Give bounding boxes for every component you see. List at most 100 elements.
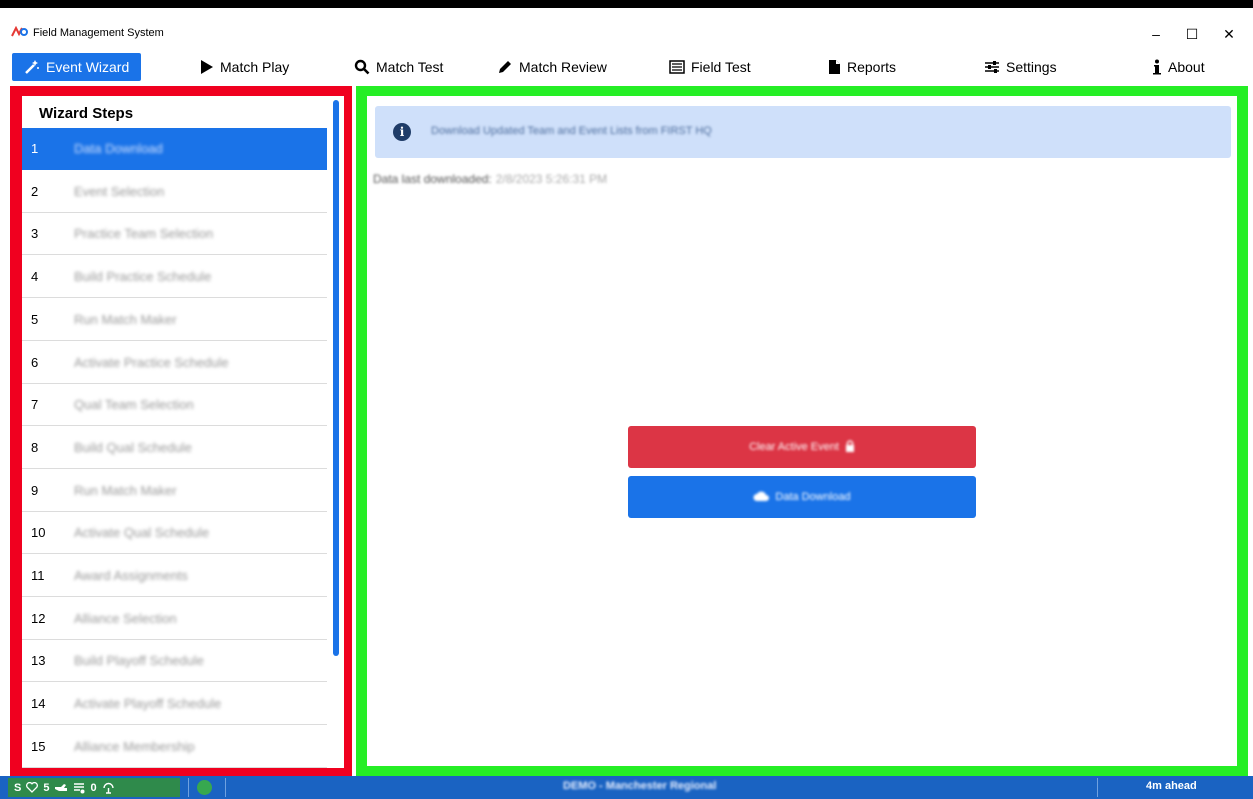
nav-label: Match Review bbox=[519, 59, 607, 75]
wizard-steps-panel: Wizard Steps 1 Data Download 2 Event Select… bbox=[22, 96, 344, 768]
wizard-step-number: 2 bbox=[31, 183, 39, 199]
magic-wand-icon bbox=[25, 60, 39, 74]
field-status-cluster[interactable]: S 5 0 bbox=[8, 778, 180, 797]
wizard-step-10[interactable]: 10 Activate Qual Schedule bbox=[22, 512, 327, 555]
last-downloaded: Data last downloaded: 2/8/2023 5:26:31 PM bbox=[373, 172, 607, 186]
nav-label: About bbox=[1168, 59, 1205, 75]
title-bar: Field Management System – ☐ ✕ bbox=[0, 16, 1253, 50]
data-download-button[interactable]: Data Download bbox=[628, 476, 976, 518]
wizard-step-label: Alliance Membership bbox=[74, 738, 195, 754]
wizard-step-number: 14 bbox=[31, 696, 46, 712]
main-content: i Download Updated Team and Event Lists … bbox=[367, 96, 1237, 766]
wizard-step-number: 8 bbox=[31, 439, 39, 455]
wizard-step-number: 9 bbox=[31, 482, 39, 498]
clear-button-label: Clear Active Event bbox=[749, 441, 839, 453]
nav-reports[interactable]: Reports bbox=[828, 53, 896, 81]
info-icon bbox=[1153, 59, 1161, 75]
app-title: Field Management System bbox=[33, 27, 164, 39]
wizard-step-label: Qual Team Selection bbox=[74, 397, 194, 413]
clear-active-event-button[interactable]: Clear Active Event bbox=[628, 426, 976, 468]
info-text: Download Updated Team and Event Lists fr… bbox=[431, 125, 712, 137]
wizard-step-13[interactable]: 13 Build Playoff Schedule bbox=[22, 640, 327, 683]
maximize-button[interactable]: ☐ bbox=[1178, 23, 1206, 45]
last-downloaded-value: 2/8/2023 5:26:31 PM bbox=[495, 172, 608, 186]
wizard-step-14[interactable]: 14 Activate Playoff Schedule bbox=[22, 683, 327, 726]
wizard-step-number: 12 bbox=[31, 610, 46, 626]
wizard-step-6[interactable]: 6 Activate Practice Schedule bbox=[22, 342, 327, 384]
status-divider bbox=[1097, 778, 1098, 797]
nav-label: Match Play bbox=[220, 59, 290, 75]
wizard-step-label: Event Selection bbox=[74, 183, 165, 199]
wizard-step-number: 1 bbox=[31, 141, 39, 156]
list-box-icon bbox=[669, 60, 685, 74]
status-bar: S 5 0 DEMO - Manchester Regional 4m ahea… bbox=[0, 776, 1253, 799]
nav-match-test[interactable]: Match Test bbox=[354, 53, 443, 81]
nav-label: Reports bbox=[847, 59, 897, 75]
check-circle-icon bbox=[197, 780, 212, 795]
nav-settings[interactable]: Settings bbox=[984, 53, 1057, 81]
wizard-step-number: 11 bbox=[31, 568, 45, 583]
nav-match-review[interactable]: Match Review bbox=[497, 53, 607, 81]
wizard-step-number: 3 bbox=[31, 226, 39, 242]
wizard-step-label: Build Qual Schedule bbox=[74, 439, 192, 455]
status-fields-count: 0 bbox=[90, 781, 97, 794]
status-s: S bbox=[14, 781, 22, 794]
network-icon bbox=[102, 782, 114, 794]
close-button[interactable]: ✕ bbox=[1215, 23, 1243, 45]
wizard-step-7[interactable]: 7 Qual Team Selection bbox=[22, 384, 327, 427]
cloud-download-icon bbox=[753, 490, 770, 505]
nav-label: Field Test bbox=[691, 59, 751, 75]
wizard-step-number: 7 bbox=[31, 397, 39, 413]
wizard-step-2[interactable]: 2 Event Selection bbox=[22, 171, 327, 213]
wizard-step-label: Build Playoff Schedule bbox=[74, 653, 204, 669]
wizard-step-8[interactable]: 8 Build Qual Schedule bbox=[22, 427, 327, 469]
search-icon bbox=[354, 59, 370, 75]
wizard-step-4[interactable]: 4 Build Practice Schedule bbox=[22, 256, 327, 299]
wizard-step-label: Run Match Maker bbox=[74, 311, 177, 327]
info-alert: i Download Updated Team and Event Lists … bbox=[375, 106, 1231, 158]
nav-field-test[interactable]: Field Test bbox=[669, 53, 751, 81]
wizard-step-15[interactable]: 15 Alliance Membership bbox=[22, 726, 327, 768]
wizard-step-label: Award Assignments bbox=[74, 568, 188, 583]
wizard-step-number: 6 bbox=[31, 354, 39, 370]
hand-icon bbox=[55, 784, 68, 791]
wizard-step-label: Activate Qual Schedule bbox=[74, 525, 210, 541]
heart-icon bbox=[26, 782, 39, 793]
nav-event-wizard[interactable]: Event Wizard bbox=[12, 53, 142, 81]
sliders-icon bbox=[985, 61, 999, 73]
minimize-button[interactable]: – bbox=[1142, 23, 1170, 45]
wizard-step-3[interactable]: 3 Practice Team Selection bbox=[22, 213, 327, 256]
lock-icon bbox=[845, 439, 855, 455]
wizard-step-12[interactable]: 12 Alliance Selection bbox=[22, 598, 327, 640]
active-event-name: DEMO - Manchester Regional bbox=[563, 780, 717, 792]
play-icon bbox=[201, 60, 213, 74]
pencil-icon bbox=[499, 61, 511, 73]
wizard-step-number: 4 bbox=[31, 269, 39, 285]
nav-label: Match Test bbox=[376, 59, 444, 75]
last-downloaded-label: Data last downloaded: bbox=[373, 172, 492, 186]
wizard-step-label: Alliance Selection bbox=[74, 610, 177, 626]
scrollbar-thumb[interactable] bbox=[333, 100, 339, 656]
clock-offset: 4m ahead bbox=[1146, 780, 1197, 792]
wizard-step-label: Data Download bbox=[74, 141, 163, 156]
wizard-step-label: Build Practice Schedule bbox=[74, 269, 212, 285]
nav-about[interactable]: About bbox=[1152, 53, 1205, 81]
wizard-step-number: 13 bbox=[31, 653, 46, 669]
wizard-step-5[interactable]: 5 Run Match Maker bbox=[22, 299, 327, 341]
connection-status bbox=[188, 778, 226, 797]
app-window: Field Management System – ☐ ✕ Event Wiza… bbox=[0, 0, 1253, 799]
wizard-step-number: 10 bbox=[31, 525, 46, 541]
wizard-step-11[interactable]: 11 Award Assignments bbox=[22, 555, 327, 597]
status-hearts-count: 5 bbox=[43, 781, 50, 794]
field-list-icon bbox=[74, 782, 85, 793]
wizard-step-number: 5 bbox=[31, 311, 39, 327]
nav-match-play[interactable]: Match Play bbox=[200, 53, 289, 81]
main-nav: Event Wizard Match Play Match Test Match… bbox=[0, 50, 1253, 82]
wizard-step-label: Activate Practice Schedule bbox=[74, 354, 229, 370]
wizard-step-9[interactable]: 9 Run Match Maker bbox=[22, 470, 327, 512]
wizard-step-1[interactable]: 1 Data Download bbox=[22, 128, 327, 170]
wizard-step-label: Activate Playoff Schedule bbox=[74, 696, 222, 712]
info-circle-icon: i bbox=[393, 123, 411, 141]
download-button-label: Data Download bbox=[775, 491, 851, 503]
wizard-steps-title: Wizard Steps bbox=[39, 105, 134, 122]
